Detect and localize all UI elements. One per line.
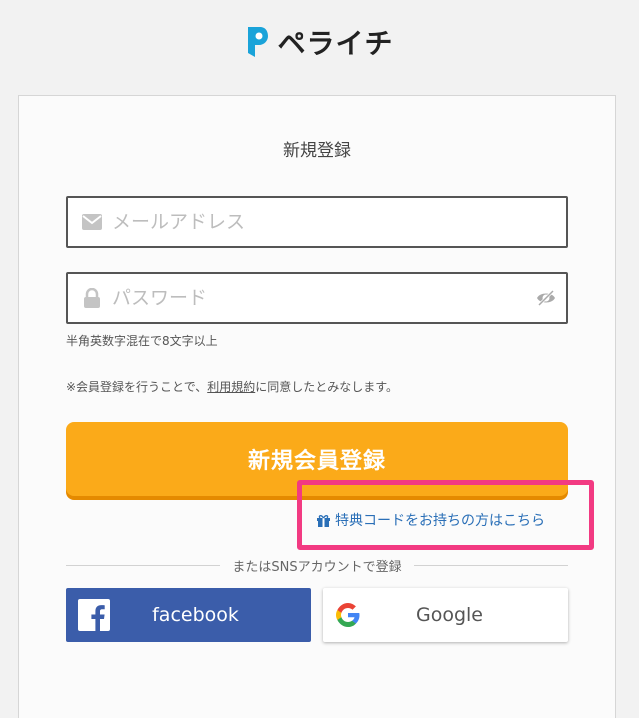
promo-code-link[interactable]: 特典コードをお持ちの方はこちら — [317, 510, 545, 530]
google-icon — [336, 603, 360, 627]
brand-logo[interactable]: ペライチ — [0, 22, 639, 62]
terms-suffix: に同意したとみなします。 — [255, 380, 399, 394]
gift-icon — [317, 514, 330, 527]
sns-divider-label: またはSNSアカウントで登録 — [232, 560, 402, 575]
lock-icon — [82, 288, 102, 308]
facebook-icon — [78, 599, 110, 631]
brand-name: ペライチ — [277, 27, 394, 60]
facebook-signup-button[interactable]: facebook — [66, 588, 311, 642]
eye-slash-icon[interactable] — [536, 289, 556, 307]
google-label: Google — [415, 604, 483, 626]
terms-notice: ※会員登録を行うことで、利用規約に同意したとみなします。 — [66, 378, 398, 395]
password-hint: 半角英数字混在で8文字以上 — [66, 334, 218, 348]
mail-icon — [82, 212, 102, 232]
terms-link[interactable]: 利用規約 — [207, 380, 255, 394]
email-field[interactable] — [66, 196, 568, 248]
divider-line-left — [66, 565, 221, 566]
sns-divider: またはSNSアカウントで登録 — [66, 556, 569, 575]
password-field[interactable] — [66, 272, 568, 324]
signup-card: 新規登録 半角英数字混在で8文字以上 ※会員登録を行うことで、利用規約に同意した… — [18, 95, 616, 718]
perraichi-logo-icon — [248, 27, 269, 57]
google-signup-button[interactable]: Google — [323, 588, 568, 642]
password-input[interactable] — [112, 287, 492, 309]
page-title: 新規登録 — [283, 141, 351, 161]
email-input[interactable] — [112, 211, 492, 233]
promo-code-label: 特典コードをお持ちの方はこちら — [335, 513, 545, 529]
facebook-label: facebook — [152, 604, 239, 626]
terms-prefix: ※会員登録を行うことで、 — [66, 380, 208, 394]
divider-line-right — [413, 565, 569, 566]
